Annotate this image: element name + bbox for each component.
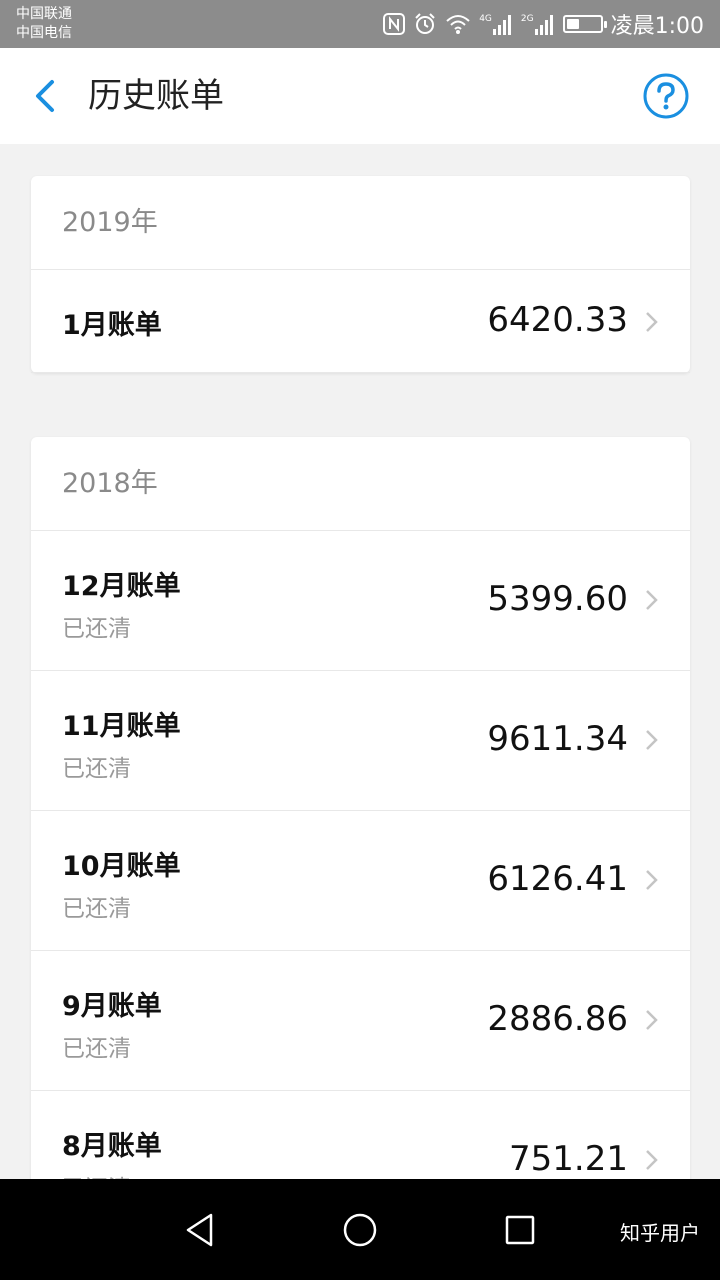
bill-amount: 2886.86 — [487, 999, 628, 1039]
bill-month-label: 10月账单 — [62, 851, 181, 882]
chevron-right-icon — [646, 312, 658, 332]
chevron-right-icon — [646, 730, 658, 750]
bill-row[interactable]: 10月账单 已还清 6126.41 — [31, 811, 690, 951]
status-bar: 中国联通 中国电信 4G 2G 凌晨1:00 — [0, 0, 720, 48]
alarm-icon — [413, 12, 437, 36]
bill-month-label: 12月账单 — [62, 571, 181, 602]
carrier-2: 中国电信 — [16, 25, 72, 41]
bill-row[interactable]: 1月账单 6420.33 — [31, 270, 690, 373]
year-section-2019: 2019年 1月账单 6420.33 — [31, 176, 690, 373]
nav-home-button[interactable] — [335, 1205, 385, 1255]
chevron-right-icon — [646, 590, 658, 610]
chevron-right-icon — [646, 1150, 658, 1170]
nav-back-icon — [186, 1213, 213, 1247]
back-arrow-icon — [36, 80, 54, 112]
bill-status: 已还清 — [62, 896, 131, 922]
year-header: 2018年 — [31, 437, 690, 531]
bill-amount: 6126.41 — [487, 859, 628, 899]
bill-row[interactable]: 11月账单 已还清 9611.34 — [31, 671, 690, 811]
signal-icon: 4G — [479, 12, 513, 36]
battery-level — [566, 19, 580, 29]
bill-status: 已还清 — [62, 1169, 131, 1179]
bill-amount: 9611.34 — [487, 719, 628, 759]
year-header: 2019年 — [31, 176, 690, 270]
bill-amount: 5399.60 — [487, 579, 628, 619]
clock: 凌晨1:00 — [610, 14, 704, 39]
help-button[interactable] — [642, 72, 690, 120]
bill-amount: 6420.33 — [487, 300, 628, 340]
wifi-icon — [445, 12, 471, 36]
chevron-right-icon — [646, 870, 658, 890]
carrier-info: 中国联通 中国电信 — [16, 5, 72, 43]
nav-recents-icon — [505, 1215, 535, 1245]
carrier-1: 中国联通 — [16, 6, 72, 22]
bill-row[interactable]: 8月账单 已还清 751.21 — [31, 1091, 690, 1179]
bill-status: 已还清 — [62, 616, 131, 642]
bill-amount: 751.21 — [509, 1139, 628, 1179]
nfc-icon — [383, 12, 406, 36]
bill-month-label: 9月账单 — [62, 991, 162, 1022]
network-type-label: 4G — [479, 14, 492, 24]
signal-icon: 2G — [521, 12, 555, 36]
page-title: 历史账单 — [88, 76, 224, 116]
bill-history-list[interactable]: 2019年 1月账单 6420.33 2018年 12月账单 已还清 5399.… — [0, 144, 720, 1179]
nav-home-icon — [343, 1213, 377, 1247]
navigation-bar: 知乎用户 — [0, 1179, 720, 1280]
network-type-label: 2G — [520, 14, 534, 24]
bill-status: 已还清 — [62, 1036, 131, 1062]
watermark: 知乎用户 — [620, 1221, 700, 1245]
bill-month-label: 11月账单 — [62, 711, 181, 742]
help-icon — [643, 73, 689, 119]
bill-row[interactable]: 9月账单 已还清 2886.86 — [31, 951, 690, 1091]
app-bar: 历史账单 — [0, 48, 720, 144]
back-button[interactable] — [22, 72, 70, 120]
nav-back-button[interactable] — [175, 1205, 225, 1255]
battery-icon — [562, 12, 607, 36]
bill-month-label: 8月账单 — [62, 1131, 162, 1162]
bill-status: 已还清 — [62, 756, 131, 782]
bill-row[interactable]: 12月账单 已还清 5399.60 — [31, 531, 690, 671]
year-section-2018: 2018年 12月账单 已还清 5399.60 11月账单 已还清 9611.3… — [31, 437, 690, 1179]
status-icons: 4G 2G 凌晨1:00 — [383, 0, 704, 48]
bill-month-label: 1月账单 — [62, 310, 162, 341]
nav-recents-button[interactable] — [495, 1205, 545, 1255]
chevron-right-icon — [646, 1010, 658, 1030]
